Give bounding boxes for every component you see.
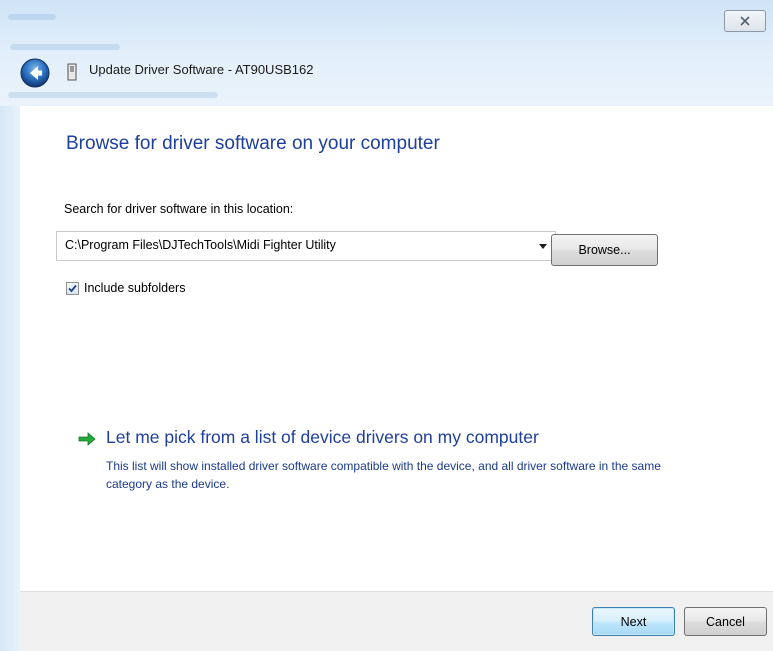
- back-arrow-icon: [20, 58, 50, 88]
- background-blur: [8, 92, 218, 98]
- pick-from-list-link[interactable]: Let me pick from a list of device driver…: [106, 427, 539, 448]
- back-button[interactable]: [20, 58, 50, 88]
- close-button[interactable]: [724, 10, 766, 32]
- next-button[interactable]: Next: [592, 607, 675, 636]
- path-combobox[interactable]: C:\Program Files\DJTechTools\Midi Fighte…: [56, 231, 556, 261]
- close-icon: [740, 16, 750, 26]
- browse-button[interactable]: Browse...: [551, 234, 658, 266]
- cancel-button[interactable]: Cancel: [684, 607, 767, 636]
- search-location-label: Search for driver software in this locat…: [64, 202, 294, 216]
- path-value: C:\Program Files\DJTechTools\Midi Fighte…: [65, 238, 336, 252]
- page-heading: Browse for driver software on your compu…: [66, 133, 440, 154]
- background-blur: [8, 14, 56, 20]
- background-blur: [10, 44, 120, 50]
- usb-device-icon: [65, 62, 79, 82]
- checkmark-icon: [68, 284, 77, 293]
- frame-glass-top: [0, 0, 773, 106]
- frame-glass-left: [0, 106, 20, 651]
- chevron-down-icon[interactable]: [539, 244, 547, 249]
- footer-bar: Next Cancel: [20, 591, 773, 651]
- include-subfolders-label[interactable]: Include subfolders: [84, 281, 185, 295]
- content-panel: Browse for driver software on your compu…: [20, 106, 773, 591]
- include-subfolders-checkbox[interactable]: [66, 282, 79, 295]
- window-title: Update Driver Software - AT90USB162: [89, 62, 314, 77]
- pick-from-list-description: This list will show installed driver sof…: [106, 459, 661, 491]
- green-arrow-icon: [78, 432, 96, 446]
